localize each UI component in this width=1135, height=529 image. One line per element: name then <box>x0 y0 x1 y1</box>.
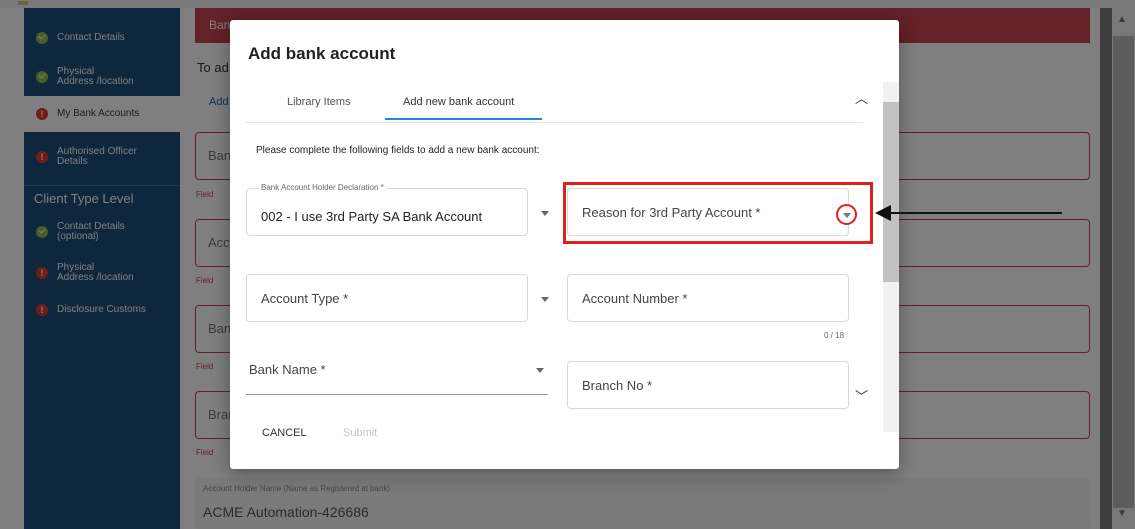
dialog-scrollbar-thumb[interactable] <box>883 102 899 282</box>
field-placeholder: Account Number * <box>582 291 688 306</box>
bank-account-holder-declaration-select[interactable]: Bank Account Holder Declaration * 002 - … <box>246 183 549 236</box>
bank-name-select[interactable]: Bank Name * <box>246 355 548 395</box>
add-bank-account-dialog: Add bank account Library Items Add new b… <box>230 20 899 469</box>
dialog-title: Add bank account <box>248 44 396 63</box>
field-placeholder: Account Type * <box>261 291 349 306</box>
dialog-scrollbar[interactable] <box>883 82 899 432</box>
account-number-input[interactable]: Account Number * <box>567 274 849 322</box>
dialog-instructions: Please complete the following fields to … <box>256 145 540 156</box>
active-tab-indicator <box>385 118 542 120</box>
annotation-circled-dropdown-icon[interactable] <box>836 204 857 225</box>
field-placeholder: Branch No * <box>582 378 653 393</box>
field-label: Bank Account Holder Declaration * <box>259 183 386 192</box>
field-placeholder: Bank Name * <box>249 362 326 377</box>
chevron-down-icon[interactable]: ﹀ <box>855 386 868 405</box>
account-number-counter: 0 / 18 <box>824 331 845 340</box>
submit-button[interactable]: Submit <box>343 427 377 439</box>
annotation-arrow-shaft <box>878 212 1062 214</box>
chevron-up-icon[interactable]: ︿ <box>855 88 868 107</box>
tab-bar-divider <box>245 122 863 123</box>
branch-no-input[interactable]: Branch No * <box>567 361 849 409</box>
chevron-down-icon <box>541 297 549 302</box>
tab-add-new-bank-account[interactable]: Add new bank account <box>403 96 514 108</box>
field-value: 002 - I use 3rd Party SA Bank Account <box>261 209 483 224</box>
tab-library-items[interactable]: Library Items <box>287 96 351 108</box>
annotation-arrow-head-icon <box>875 205 891 221</box>
cancel-button[interactable]: CANCEL <box>262 427 307 439</box>
chevron-down-icon <box>541 211 549 216</box>
account-type-select[interactable]: Account Type * <box>246 274 549 322</box>
annotation-highlight-box <box>563 182 873 244</box>
chevron-down-icon <box>536 368 544 373</box>
